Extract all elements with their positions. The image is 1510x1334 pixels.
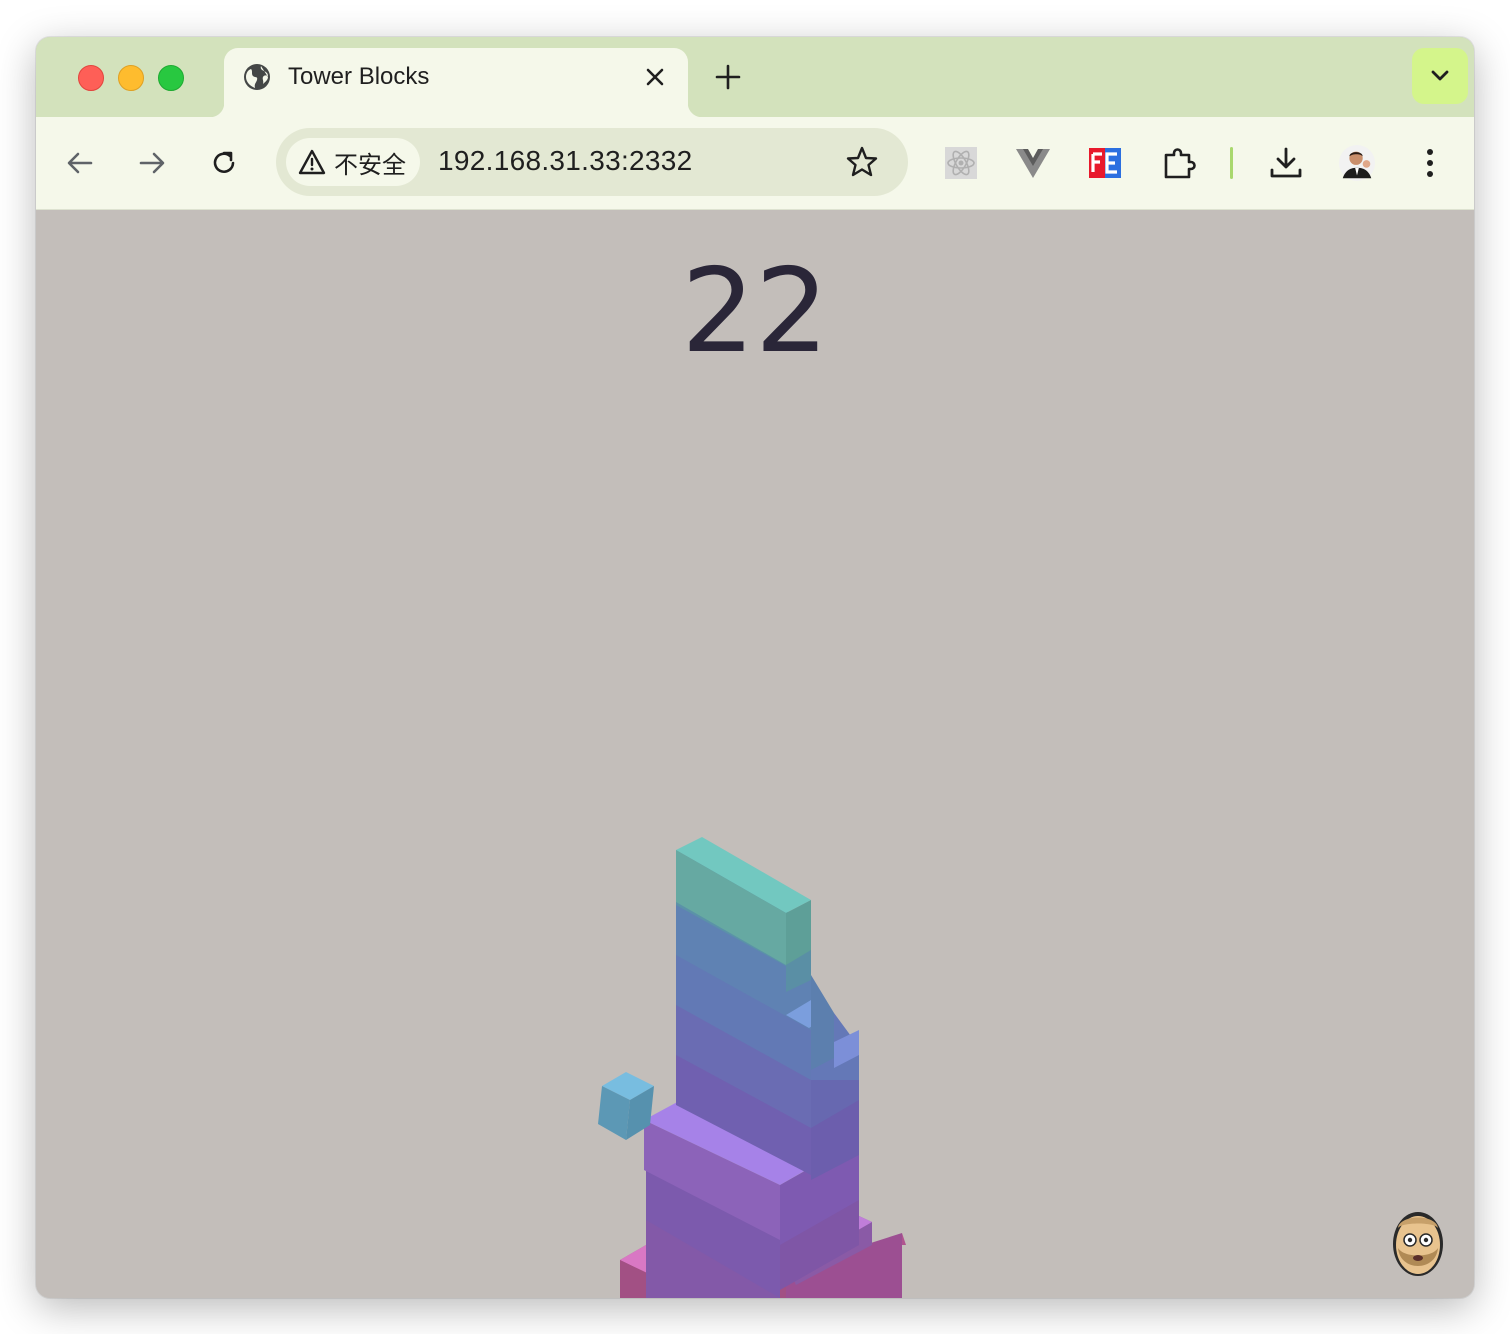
browser-menu-button[interactable] <box>1411 144 1449 182</box>
mascot-face-icon[interactable] <box>1388 1206 1448 1280</box>
maximize-window-button[interactable] <box>158 65 184 91</box>
react-devtools-icon[interactable] <box>942 144 980 182</box>
warning-icon <box>298 149 326 175</box>
new-tab-icon[interactable] <box>712 61 744 93</box>
tab-search-button[interactable] <box>1412 48 1468 104</box>
close-tab-icon[interactable] <box>640 62 670 92</box>
tab-tower-blocks[interactable]: Tower Blocks <box>210 48 702 117</box>
browser-window: Tower Blocks 不安全 192.168.31.33:2332 22 <box>36 37 1474 1298</box>
forward-button[interactable] <box>134 145 170 181</box>
reload-icon <box>213 151 235 173</box>
tab-strip: Tower Blocks <box>36 37 1474 117</box>
reload-button[interactable] <box>206 145 242 181</box>
security-indicator[interactable]: 不安全 <box>286 138 420 186</box>
arrow-right-icon <box>139 152 165 174</box>
vue-devtools-icon[interactable] <box>1014 144 1052 182</box>
download-button[interactable] <box>1267 144 1305 182</box>
avatar <box>1338 144 1376 182</box>
address-bar[interactable]: 不安全 192.168.31.33:2332 <box>276 128 908 196</box>
tower-stack[interactable] <box>36 210 1474 1298</box>
tab-title: Tower Blocks <box>288 63 430 90</box>
browser-toolbar: 不安全 192.168.31.33:2332 <box>36 117 1474 210</box>
security-label: 不安全 <box>334 150 406 179</box>
arrow-left-icon <box>67 152 93 174</box>
url-text[interactable]: 192.168.31.33:2332 <box>438 145 693 177</box>
bookmark-star-icon[interactable] <box>844 144 880 180</box>
globe-icon <box>244 64 270 90</box>
game-viewport[interactable]: 22 <box>36 210 1474 1298</box>
more-vertical-icon <box>1427 149 1433 177</box>
download-icon <box>1270 147 1302 178</box>
chevron-down-icon <box>1431 70 1449 81</box>
back-button[interactable] <box>62 145 98 181</box>
toolbar-divider <box>1230 147 1233 179</box>
profile-avatar[interactable] <box>1338 144 1376 182</box>
extensions-puzzle-icon[interactable] <box>1160 144 1198 182</box>
minimize-window-button[interactable] <box>118 65 144 91</box>
close-window-button[interactable] <box>78 65 104 91</box>
fe-helper-icon[interactable] <box>1086 144 1124 182</box>
